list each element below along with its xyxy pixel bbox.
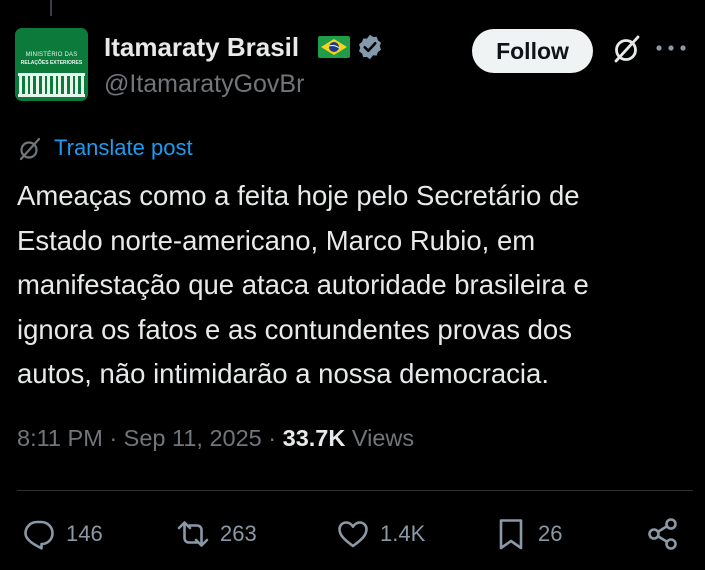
avatar-text-top: MINISTÉRIO DAS (25, 52, 78, 58)
author-handle[interactable]: @ItamaratyGovBr (104, 70, 304, 99)
bookmark-icon (499, 519, 523, 550)
avatar[interactable]: MINISTÉRIO DAS RELAÇÕES EXTERIORES (15, 28, 88, 101)
brazil-flag-icon (318, 36, 350, 58)
post-text-line: ignora os fatos e as contundentes provas… (17, 313, 572, 345)
repost-button[interactable]: 263 (176, 516, 257, 552)
reply-icon (24, 520, 54, 550)
verified-badge-icon[interactable] (356, 33, 384, 61)
views-count: 33.7K (282, 425, 346, 451)
post-metadata: 8:11 PM · Sep 11, 2025 · 33.7K Views (17, 425, 414, 452)
like-count: 1.4K (380, 521, 426, 546)
post-text-line: manifestação que ataca autoridade brasil… (17, 269, 589, 300)
post-text-line: autos, não intimidarão a nossa democraci… (17, 358, 549, 389)
heart-icon (338, 521, 368, 548)
post-date[interactable]: Sep 11, 2025 (124, 425, 262, 451)
post-text: Ameaças como a feita hoje pelo Secretári… (17, 174, 697, 397)
share-icon (648, 518, 677, 550)
meta-separator: · (268, 425, 277, 451)
share-button[interactable] (646, 516, 680, 552)
avatar-building-columns (19, 76, 84, 94)
like-button[interactable]: 1.4K (336, 516, 425, 552)
translate-post-link[interactable]: Translate post (54, 135, 193, 161)
grok-icon[interactable] (611, 33, 643, 65)
thread-connector-line (50, 0, 52, 16)
avatar-building-base (18, 94, 85, 97)
post-text-line: Estado norte-americano, Marco Rubio, em (17, 224, 536, 256)
post-text-line: Ameaças como a feita hoje pelo Secretári… (17, 180, 580, 211)
more-options-icon[interactable] (653, 42, 689, 54)
post-time[interactable]: 8:11 PM (17, 425, 103, 451)
reply-count: 146 (66, 521, 103, 546)
views-label: Views (351, 425, 415, 451)
bookmark-button[interactable]: 26 (494, 516, 562, 552)
bookmark-count: 26 (538, 521, 563, 546)
author-name[interactable]: Itamaraty Brasil (104, 32, 299, 63)
repost-count: 263 (220, 521, 257, 546)
follow-button[interactable]: Follow (472, 29, 593, 73)
reply-button[interactable]: 146 (22, 516, 103, 552)
avatar-text-bottom: RELAÇÕES EXTERIORES (20, 60, 83, 66)
divider (17, 490, 693, 491)
meta-separator: · (109, 425, 118, 451)
repost-icon (177, 521, 209, 547)
grok-translate-icon[interactable] (17, 136, 43, 162)
